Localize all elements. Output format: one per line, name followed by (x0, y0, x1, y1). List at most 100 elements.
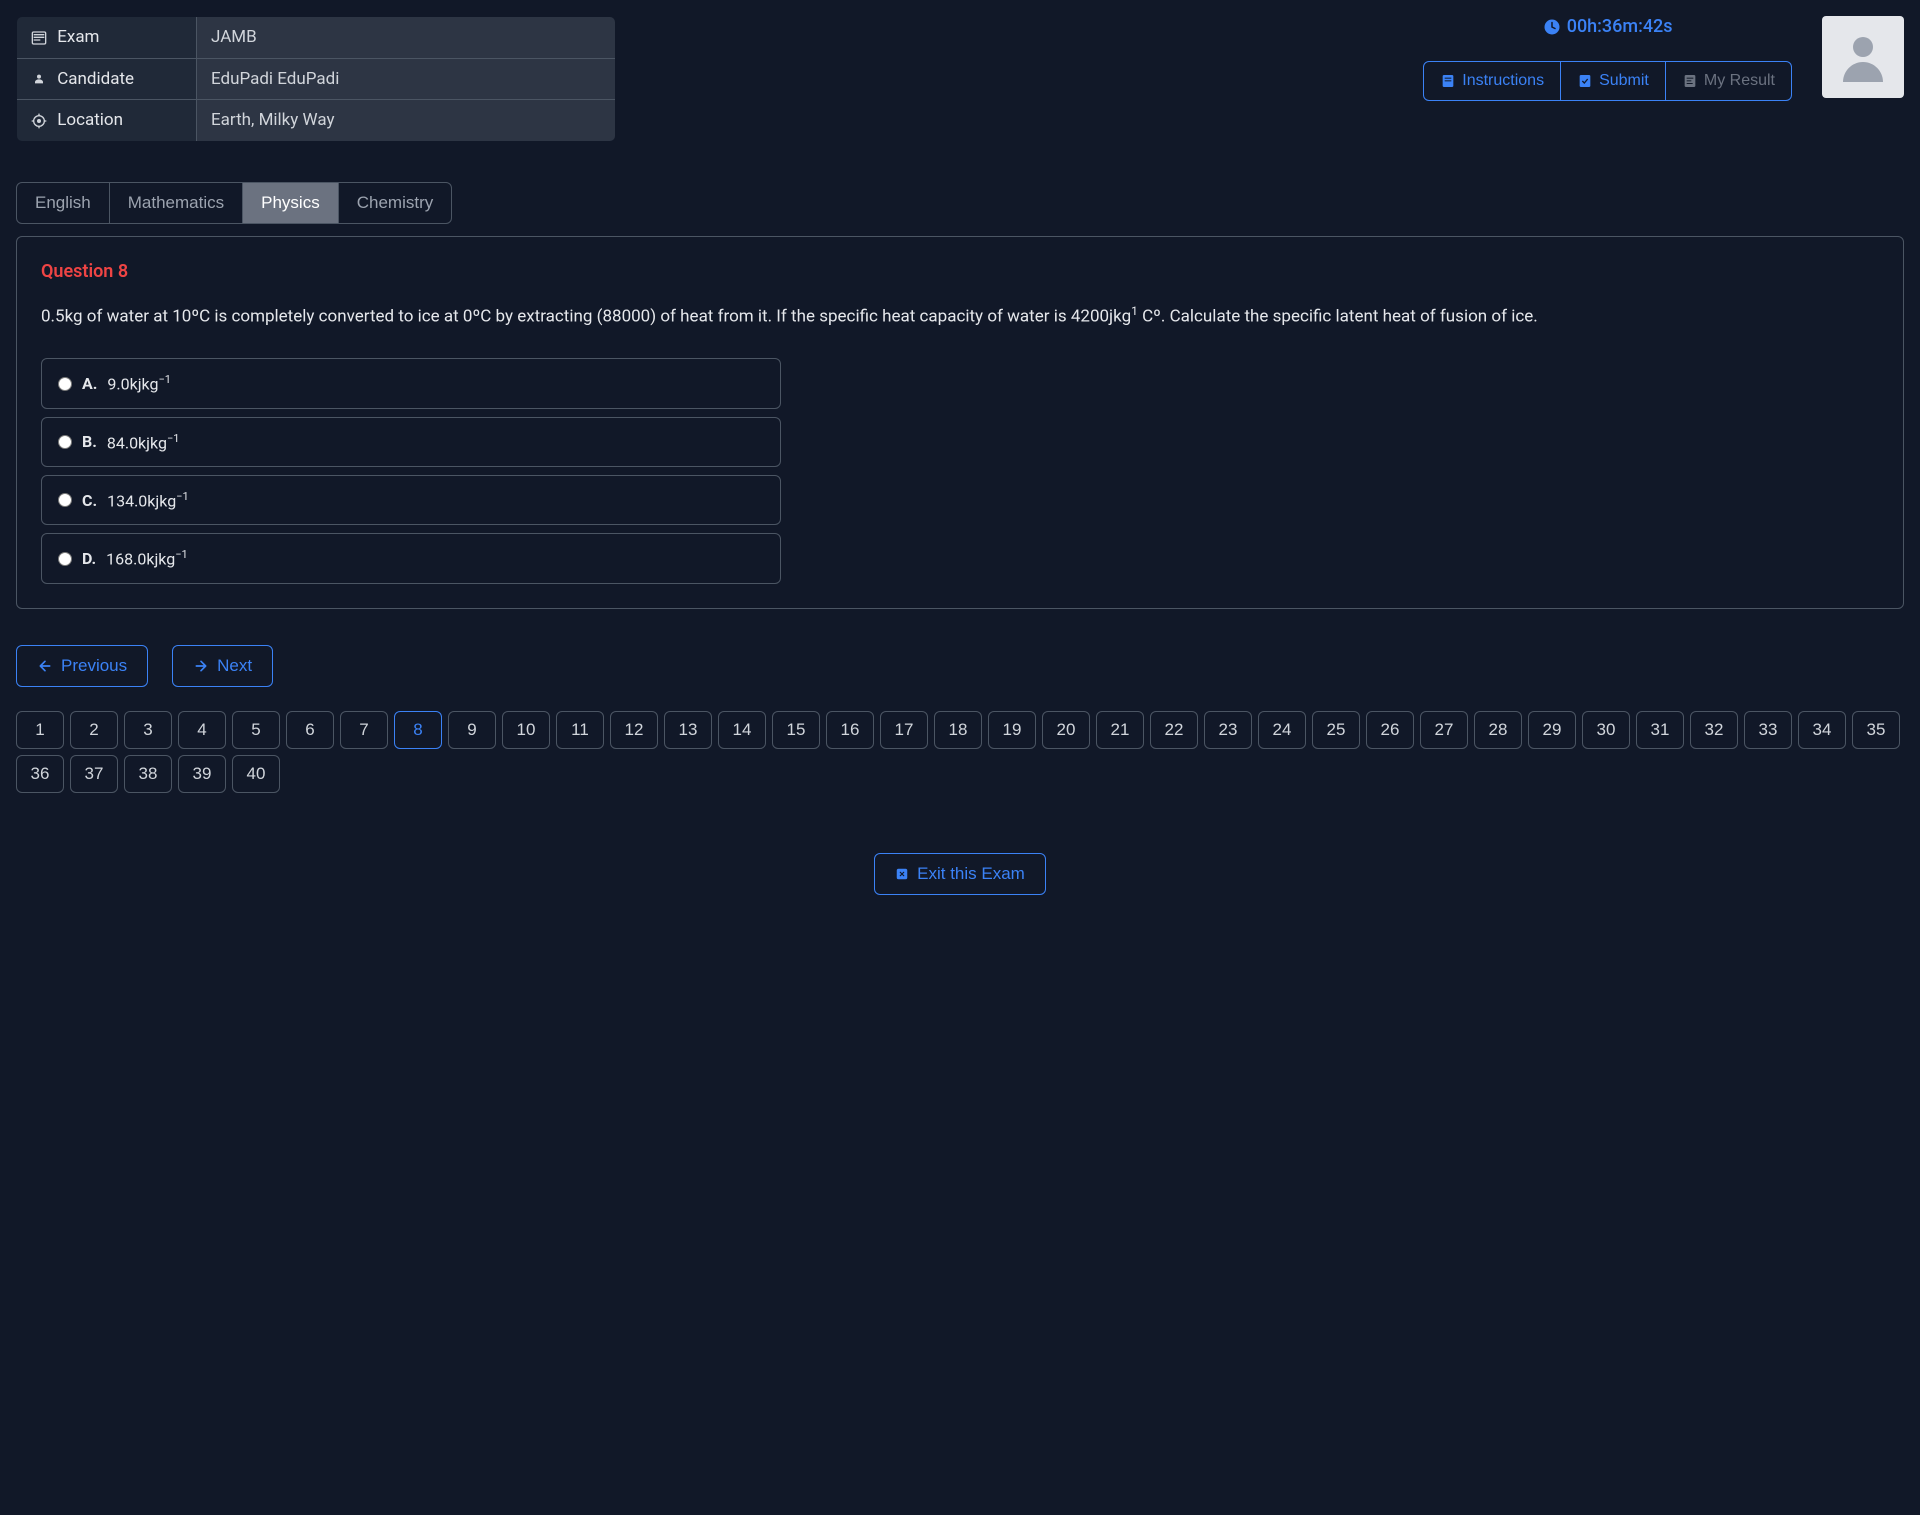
question-nav-4[interactable]: 4 (178, 711, 226, 749)
subject-tabs: EnglishMathematicsPhysicsChemistry (16, 182, 452, 224)
close-icon (895, 864, 909, 884)
my-result-label: My Result (1704, 72, 1775, 90)
option-letter: D. (82, 549, 96, 568)
question-text-sup: 1 (1131, 304, 1138, 318)
question-nav-39[interactable]: 39 (178, 755, 226, 793)
tab-mathematics[interactable]: Mathematics (110, 183, 243, 223)
location-value: Earth, Milky Way (197, 100, 616, 142)
question-nav-33[interactable]: 33 (1744, 711, 1792, 749)
exam-info-table: Exam JAMB Candidate EduPadi EduPadi Loca… (16, 16, 616, 142)
exam-label-cell: Exam (17, 17, 197, 59)
target-icon (31, 111, 47, 131)
question-nav-30[interactable]: 30 (1582, 711, 1630, 749)
answer-radio-d[interactable] (58, 552, 72, 566)
navigation-section: Previous Next 12345678910111213141516171… (16, 645, 1904, 793)
next-label: Next (217, 656, 252, 676)
answer-options: A. 9.0kjkg−1 B. 84.0kjkg−1 C. 134.0kjkg−1 D… (41, 358, 781, 583)
option-letter: B. (82, 432, 97, 451)
question-nav-29[interactable]: 29 (1528, 711, 1576, 749)
question-number-grid: 1234567891011121314151617181920212223242… (16, 711, 1904, 793)
candidate-label: Candidate (57, 69, 134, 89)
question-nav-24[interactable]: 24 (1258, 711, 1306, 749)
instructions-icon (1440, 72, 1456, 90)
answer-radio-b[interactable] (58, 435, 72, 449)
submit-icon (1577, 72, 1593, 90)
question-nav-13[interactable]: 13 (664, 711, 712, 749)
exit-exam-button[interactable]: Exit this Exam (874, 853, 1046, 895)
question-nav-17[interactable]: 17 (880, 711, 928, 749)
question-number: Question 8 (41, 261, 1879, 282)
question-nav-38[interactable]: 38 (124, 755, 172, 793)
question-nav-6[interactable]: 6 (286, 711, 334, 749)
question-nav-16[interactable]: 16 (826, 711, 874, 749)
answer-radio-a[interactable] (58, 377, 72, 391)
action-button-group: Instructions Submit My Result (1423, 61, 1792, 101)
question-nav-2[interactable]: 2 (70, 711, 118, 749)
question-nav-18[interactable]: 18 (934, 711, 982, 749)
question-nav-9[interactable]: 9 (448, 711, 496, 749)
question-nav-36[interactable]: 36 (16, 755, 64, 793)
next-button[interactable]: Next (172, 645, 273, 687)
person-icon (31, 69, 47, 89)
question-nav-35[interactable]: 35 (1852, 711, 1900, 749)
tab-english[interactable]: English (17, 183, 110, 223)
tab-physics[interactable]: Physics (243, 183, 339, 223)
my-result-button[interactable]: My Result (1666, 62, 1791, 100)
submit-button[interactable]: Submit (1561, 62, 1666, 100)
option-text: 168.0kjkg−1 (106, 548, 188, 568)
tab-chemistry[interactable]: Chemistry (339, 183, 452, 223)
location-label: Location (57, 110, 123, 130)
answer-option-c[interactable]: C. 134.0kjkg−1 (41, 475, 781, 525)
question-nav-12[interactable]: 12 (610, 711, 658, 749)
answer-radio-c[interactable] (58, 493, 72, 507)
option-text: 84.0kjkg−1 (107, 432, 180, 452)
question-nav-22[interactable]: 22 (1150, 711, 1198, 749)
answer-option-d[interactable]: D. 168.0kjkg−1 (41, 533, 781, 583)
candidate-label-cell: Candidate (17, 58, 197, 100)
question-nav-37[interactable]: 37 (70, 755, 118, 793)
clock-icon (1543, 16, 1561, 37)
arrow-left-icon (37, 656, 53, 676)
question-nav-40[interactable]: 40 (232, 755, 280, 793)
exam-label: Exam (57, 27, 99, 47)
question-nav-31[interactable]: 31 (1636, 711, 1684, 749)
result-icon (1682, 72, 1698, 90)
option-letter: C. (82, 491, 97, 510)
answer-option-b[interactable]: B. 84.0kjkg−1 (41, 417, 781, 467)
question-nav-3[interactable]: 3 (124, 711, 172, 749)
option-text: 134.0kjkg−1 (107, 490, 189, 510)
question-text-part1: 0.5kg of water at 10ºC is completely con… (41, 306, 1131, 326)
question-nav-1[interactable]: 1 (16, 711, 64, 749)
question-panel: Question 8 0.5kg of water at 10ºC is com… (16, 236, 1904, 609)
timer: 00h:36m:42s (1543, 16, 1673, 37)
question-nav-26[interactable]: 26 (1366, 711, 1414, 749)
instructions-button[interactable]: Instructions (1424, 62, 1561, 100)
question-text: 0.5kg of water at 10ºC is completely con… (41, 302, 1879, 331)
previous-button[interactable]: Previous (16, 645, 148, 687)
option-letter: A. (82, 374, 97, 393)
question-nav-34[interactable]: 34 (1798, 711, 1846, 749)
question-nav-8[interactable]: 8 (394, 711, 442, 749)
question-nav-10[interactable]: 10 (502, 711, 550, 749)
question-nav-32[interactable]: 32 (1690, 711, 1738, 749)
question-nav-5[interactable]: 5 (232, 711, 280, 749)
question-nav-15[interactable]: 15 (772, 711, 820, 749)
question-nav-21[interactable]: 21 (1096, 711, 1144, 749)
previous-label: Previous (61, 656, 127, 676)
candidate-value: EduPadi EduPadi (197, 58, 616, 100)
question-nav-27[interactable]: 27 (1420, 711, 1468, 749)
question-nav-19[interactable]: 19 (988, 711, 1036, 749)
submit-label: Submit (1599, 72, 1649, 90)
question-nav-28[interactable]: 28 (1474, 711, 1522, 749)
timer-value: 00h:36m:42s (1567, 16, 1673, 37)
answer-option-a[interactable]: A. 9.0kjkg−1 (41, 358, 781, 408)
question-nav-20[interactable]: 20 (1042, 711, 1090, 749)
question-nav-23[interactable]: 23 (1204, 711, 1252, 749)
question-nav-11[interactable]: 11 (556, 711, 604, 749)
question-nav-14[interactable]: 14 (718, 711, 766, 749)
question-text-part2: Cº. Calculate the specific latent heat o… (1138, 306, 1538, 326)
exit-label: Exit this Exam (917, 864, 1025, 884)
exam-value: JAMB (197, 17, 616, 59)
question-nav-7[interactable]: 7 (340, 711, 388, 749)
question-nav-25[interactable]: 25 (1312, 711, 1360, 749)
